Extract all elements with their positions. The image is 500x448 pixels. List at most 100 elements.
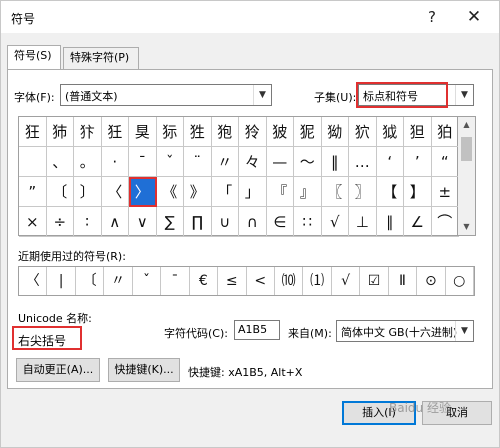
symbol-cell[interactable]: ⌒ [431, 207, 459, 237]
recent-symbol-cell[interactable]: ≤ [218, 267, 247, 295]
recent-symbol-cell[interactable]: ☑ [360, 267, 389, 295]
symbol-cell[interactable]: ’ [404, 147, 432, 177]
symbol-cell[interactable]: 狓 [266, 117, 294, 147]
symbol-cell[interactable]: 。 [74, 147, 102, 177]
symbol-cell[interactable]: — [266, 147, 294, 177]
symbol-cell[interactable]: ∥ [376, 207, 404, 237]
scroll-up-icon[interactable]: ▲ [458, 117, 475, 133]
symbol-cell[interactable]: 〗 [349, 177, 377, 207]
symbol-cell[interactable]: 狕 [321, 117, 349, 147]
symbol-cell[interactable]: 狑 [239, 117, 267, 147]
symbol-cell[interactable]: 狋 [156, 117, 184, 147]
recent-symbol-cell[interactable]: ⑽ [275, 267, 304, 295]
symbol-cell[interactable]: 【 [376, 177, 404, 207]
symbol-cell[interactable]: 」 [239, 177, 267, 207]
symbol-cell[interactable]: ˇ [156, 147, 184, 177]
symbol-cell[interactable]: ∧ [101, 207, 129, 237]
symbol-cell[interactable]: 狛 [431, 117, 459, 147]
recent-symbol-cell[interactable]: ⑴ [303, 267, 332, 295]
symbol-cell[interactable]: 狚 [404, 117, 432, 147]
font-select[interactable]: (普通文本) ▼ [60, 84, 272, 106]
close-icon[interactable]: ✕ [461, 6, 487, 28]
symbol-cell[interactable]: × [19, 207, 47, 237]
symbol-cell[interactable]: 狌 [184, 117, 212, 147]
symbol-cell[interactable]: 『 [266, 177, 294, 207]
symbol-cell[interactable] [19, 147, 47, 177]
symbol-cell[interactable]: 狍 [211, 117, 239, 147]
symbol-cell[interactable]: 狖 [349, 117, 377, 147]
symbol-cell[interactable]: “ [431, 147, 459, 177]
symbol-cell[interactable]: ‖ [321, 147, 349, 177]
symbol-cell[interactable]: … [349, 147, 377, 177]
symbol-cell[interactable]: ” [19, 177, 47, 207]
symbol-cell[interactable]: 〃 [211, 147, 239, 177]
symbol-cell[interactable]: 〔 [46, 177, 74, 207]
recent-symbol-cell[interactable]: ˇ [133, 267, 162, 295]
symbol-cell[interactable]: 「 [211, 177, 239, 207]
symbol-cell[interactable]: 』 [294, 177, 322, 207]
symbol-cell[interactable]: ∏ [184, 207, 212, 237]
symbol-cell[interactable]: 》 [184, 177, 212, 207]
font-label: 字体(F): [14, 91, 55, 104]
symbol-cell[interactable]: ∷ [294, 207, 322, 237]
recent-symbol-cell[interactable]: < [247, 267, 275, 295]
scrollbar-thumb[interactable] [461, 137, 472, 161]
recent-symbol-cell[interactable]: ○ [446, 267, 474, 295]
symbol-cell[interactable]: 狘 [376, 117, 404, 147]
symbol-cell[interactable]: 】 [404, 177, 432, 207]
symbol-cell[interactable]: ‘ [376, 147, 404, 177]
symbol-cell[interactable]: ∩ [239, 207, 267, 237]
symbol-cell[interactable]: 狔 [294, 117, 322, 147]
symbol-cell[interactable]: ⊥ [349, 207, 377, 237]
recent-symbol-cell[interactable]: ˉ [161, 267, 190, 295]
symbol-cell[interactable]: ∑ [156, 207, 184, 237]
symbol-cell[interactable]: ∶ [74, 207, 102, 237]
symbol-cell[interactable]: ÷ [46, 207, 74, 237]
chevron-down-icon[interactable]: ▼ [455, 321, 473, 341]
recent-symbol-cell[interactable]: √ [332, 267, 361, 295]
symbol-cell[interactable]: 犿 [74, 117, 102, 147]
symbol-cell[interactable]: 〉 [129, 177, 157, 207]
symbol-cell[interactable]: ∪ [211, 207, 239, 237]
tab-symbols[interactable]: 符号(S) [7, 45, 61, 69]
char-code-input[interactable]: A1B5 [234, 320, 280, 340]
symbol-cell[interactable]: 々 [239, 147, 267, 177]
recent-symbol-cell[interactable]: Ⅱ [389, 267, 418, 295]
symbol-cell[interactable]: ∨ [129, 207, 157, 237]
symbol-cell[interactable]: 犻 [46, 117, 74, 147]
subset-label: 子集(U): [314, 91, 357, 104]
symbol-grid-scrollbar[interactable]: ▲ ▼ [458, 116, 476, 236]
recent-symbol-cell[interactable]: 〃 [104, 267, 133, 295]
from-select[interactable]: 简体中文 GB(十六进制) ▼ [336, 320, 474, 342]
symbol-cell[interactable]: ∠ [404, 207, 432, 237]
recent-symbol-cell[interactable]: € [190, 267, 219, 295]
symbol-cell[interactable]: 狂 [19, 117, 47, 147]
symbol-cell[interactable]: · [101, 147, 129, 177]
symbol-cell[interactable]: 、 [46, 147, 74, 177]
tab-special-characters[interactable]: 特殊字符(P) [63, 47, 139, 69]
symbol-cell[interactable]: ˉ [129, 147, 157, 177]
symbol-cell[interactable]: 《 [156, 177, 184, 207]
help-icon[interactable]: ? [419, 6, 445, 28]
recent-symbol-cell[interactable]: ⊙ [417, 267, 446, 295]
autocorrect-button[interactable]: 自动更正(A)... [16, 358, 100, 382]
recent-symbol-cell[interactable]: 〈 [19, 267, 48, 295]
shortcut-key-button[interactable]: 快捷键(K)... [108, 358, 180, 382]
symbol-cell[interactable]: 〕 [74, 177, 102, 207]
recent-symbol-cell[interactable]: 〔 [76, 267, 105, 295]
unicode-name-label: Unicode 名称: [18, 312, 92, 325]
symbol-cell[interactable]: ∈ [266, 207, 294, 237]
symbol-cell[interactable]: ¨ [184, 147, 212, 177]
symbol-grid: 狂犻犿狅狊狋狌狍狑狓狔狕狖狘狚狛、。 · ˉ ˇ ¨ 〃々 — ～ ‖… ‘’ “ ” 〔〕〈〉《》「」… [18, 116, 459, 237]
symbol-cell[interactable]: 〖 [321, 177, 349, 207]
recent-symbol-cell[interactable]: | [47, 267, 76, 295]
symbol-cell[interactable]: 狅 [101, 117, 129, 147]
symbol-cell[interactable]: ～ [294, 147, 322, 177]
chevron-down-icon[interactable]: ▼ [455, 85, 473, 105]
symbol-cell[interactable]: ± [431, 177, 459, 207]
chevron-down-icon[interactable]: ▼ [253, 85, 271, 105]
symbol-cell[interactable]: √ [321, 207, 349, 237]
symbol-cell[interactable]: 〈 [101, 177, 129, 207]
symbol-cell[interactable]: 狊 [129, 117, 157, 147]
scroll-down-icon[interactable]: ▼ [458, 219, 475, 235]
